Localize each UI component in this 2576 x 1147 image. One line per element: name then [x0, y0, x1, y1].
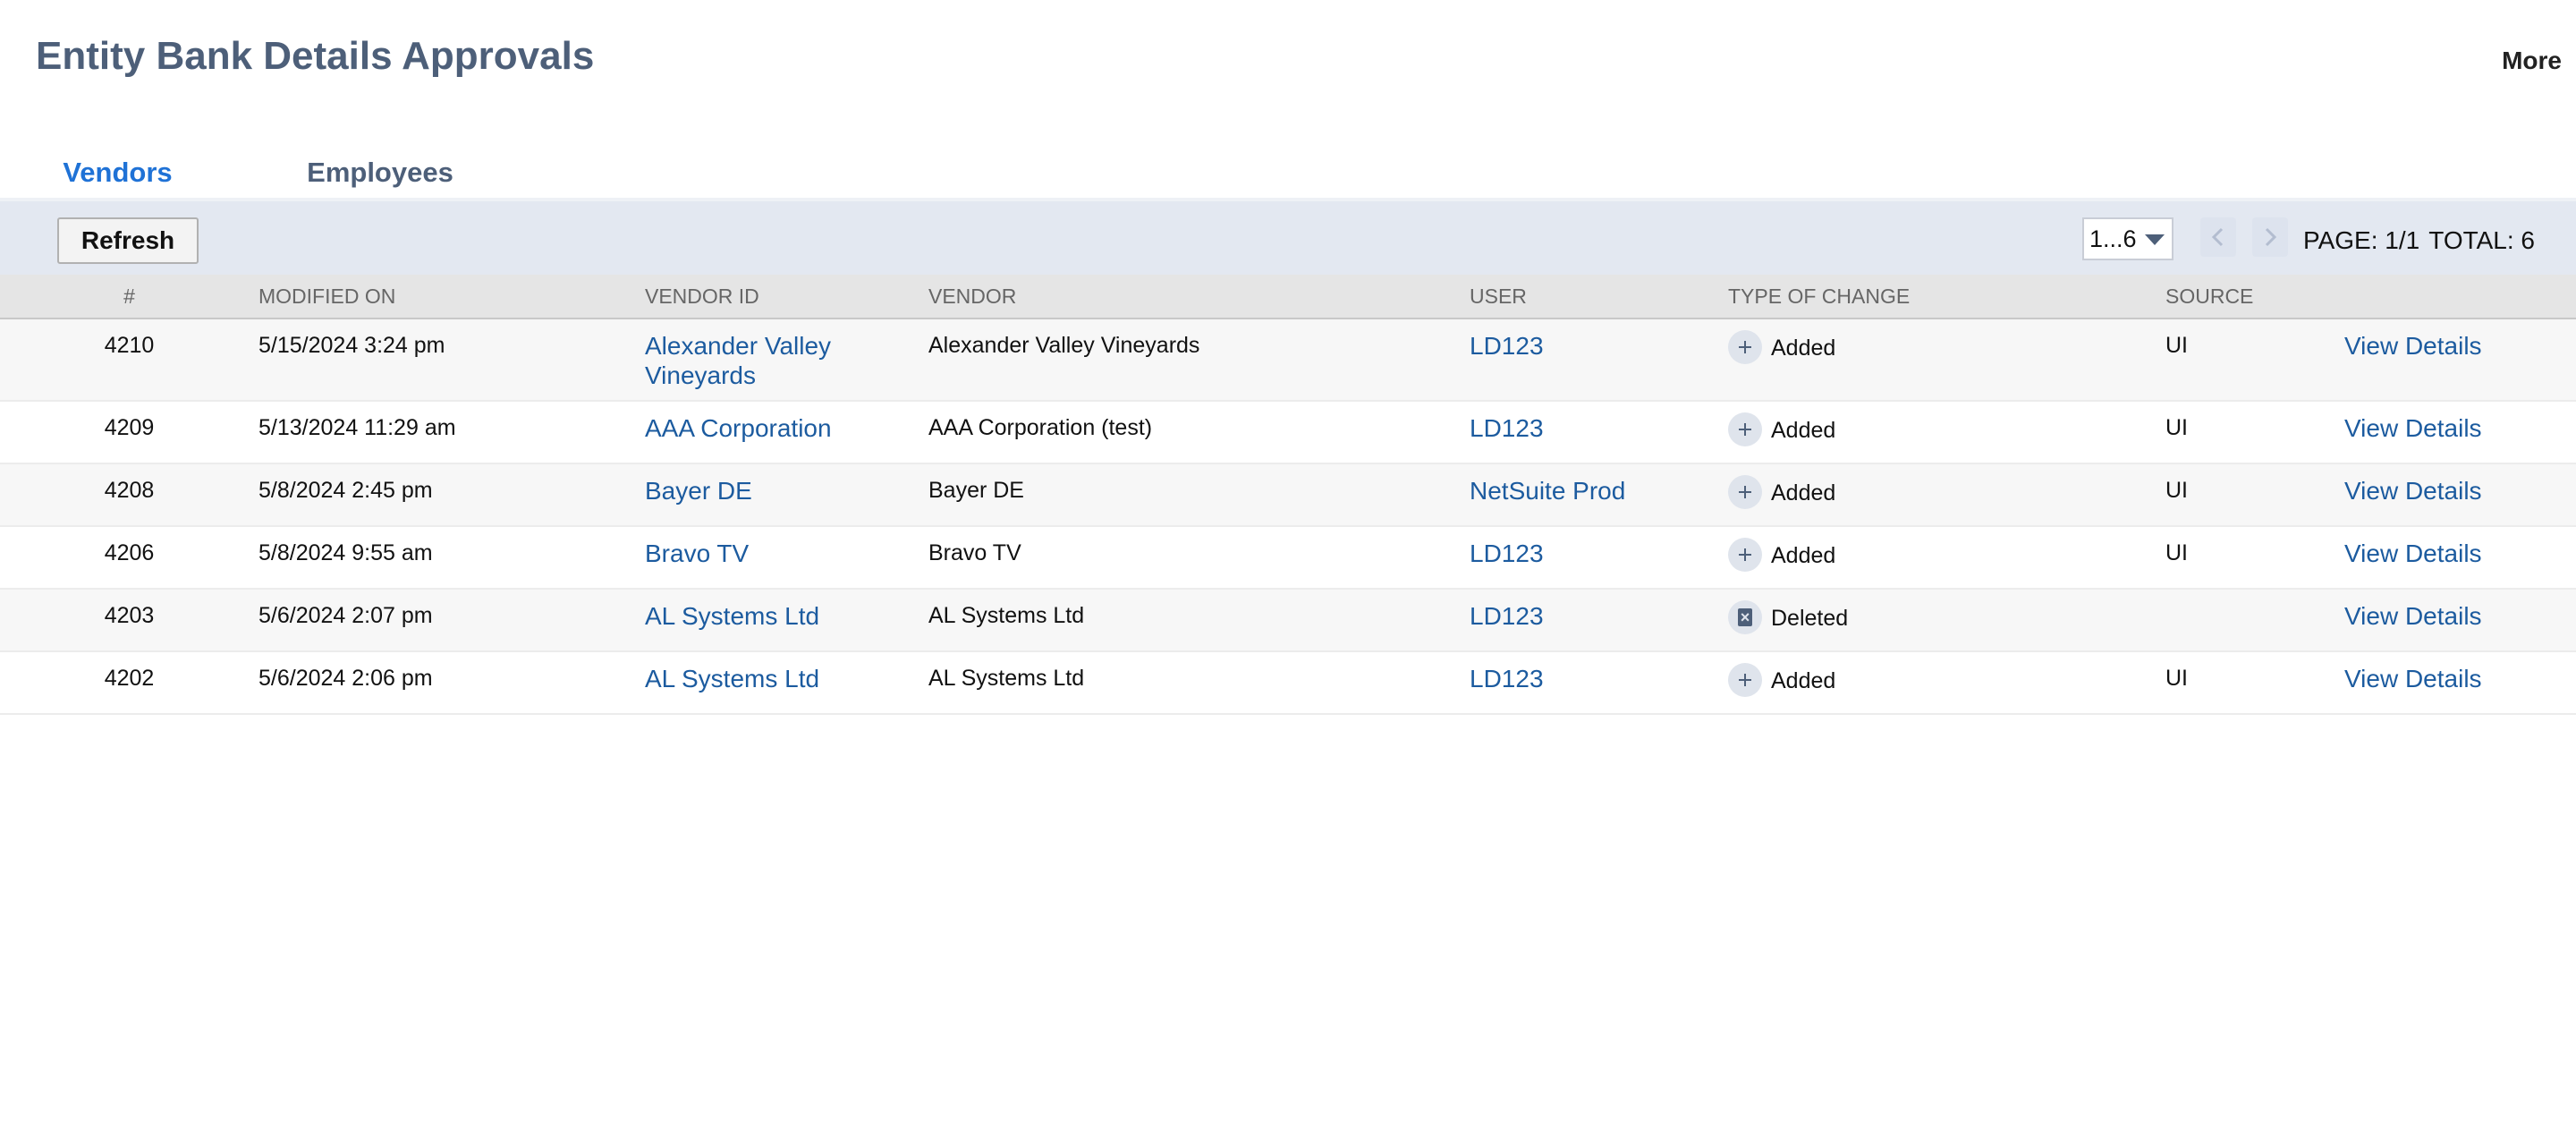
change-type-label: Added	[1771, 335, 1836, 361]
chevron-down-icon	[2145, 234, 2165, 245]
change-type: Added	[1728, 475, 1836, 509]
table-row: 4209 5/13/2024 11:29 am AAA Corporation …	[0, 401, 2576, 464]
page-range-value: 1...6	[2089, 225, 2137, 252]
modified-on: 5/6/2024 2:07 pm	[258, 589, 645, 652]
plus-icon	[1728, 663, 1762, 697]
column-header-modified-on[interactable]: MODIFIED ON	[258, 275, 645, 319]
page-indicator: PAGE: 1/1	[2303, 226, 2420, 254]
tab-employees[interactable]: Employees	[259, 154, 501, 200]
source: UI	[2165, 651, 2344, 715]
modified-on: 5/8/2024 2:45 pm	[258, 463, 645, 527]
row-number: 4208	[0, 463, 258, 527]
column-header-vendor-id[interactable]: VENDOR ID	[645, 275, 928, 319]
change-type-label: Deleted	[1771, 605, 1849, 631]
row-number: 4202	[0, 651, 258, 715]
source: UI	[2165, 463, 2344, 527]
row-number: 4203	[0, 589, 258, 652]
vendor-id-link[interactable]: Bravo TV	[645, 540, 749, 567]
modified-on: 5/6/2024 2:06 pm	[258, 651, 645, 715]
view-details-link[interactable]: View Details	[2344, 332, 2482, 360]
user-link[interactable]: LD123	[1470, 602, 1544, 630]
change-type: Added	[1728, 412, 1836, 446]
change-type: Deleted	[1728, 600, 1849, 634]
vendor-name: Bravo TV	[928, 526, 1470, 590]
view-details-link[interactable]: View Details	[2344, 414, 2482, 442]
plus-icon	[1728, 412, 1762, 446]
row-number: 4210	[0, 319, 258, 402]
change-type-label: Added	[1771, 480, 1836, 506]
table-row: 4202 5/6/2024 2:06 pm AL Systems Ltd AL …	[0, 651, 2576, 715]
approvals-table: # MODIFIED ON VENDOR ID VENDOR USER TYPE…	[0, 275, 2576, 715]
vendor-id-link[interactable]: AAA Corporation	[645, 414, 832, 442]
pagination-info: PAGE: 1/1 TOTAL: 6	[2303, 226, 2535, 255]
column-header-user[interactable]: USER	[1470, 275, 1728, 319]
change-type-label: Added	[1771, 542, 1836, 568]
source: UI	[2165, 401, 2344, 464]
page-range-select[interactable]: 1...6	[2082, 217, 2174, 260]
table-row: 4203 5/6/2024 2:07 pm AL Systems Ltd AL …	[0, 589, 2576, 652]
column-header-source[interactable]: SOURCE	[2165, 275, 2344, 319]
list-toolbar: Refresh 1...6 PAGE: 1/1 TOTAL: 6	[0, 198, 2576, 278]
table-row: 4206 5/8/2024 9:55 am Bravo TV Bravo TV …	[0, 526, 2576, 590]
row-number: 4209	[0, 401, 258, 464]
page-title: Entity Bank Details Approvals	[36, 34, 595, 78]
source: UI	[2165, 526, 2344, 590]
user-link[interactable]: LD123	[1470, 414, 1544, 442]
change-type-label: Added	[1771, 667, 1836, 693]
table-row: 4210 5/15/2024 3:24 pm Alexander Valley …	[0, 319, 2576, 402]
user-link[interactable]: NetSuite Prod	[1470, 477, 1625, 505]
modified-on: 5/13/2024 11:29 am	[258, 401, 645, 464]
change-type: Added	[1728, 330, 1836, 364]
vendor-name: Alexander Valley Vineyards	[928, 319, 1470, 402]
user-link[interactable]: LD123	[1470, 540, 1544, 567]
next-page-button[interactable]	[2252, 217, 2288, 257]
vendor-name: AL Systems Ltd	[928, 589, 1470, 652]
source: UI	[2165, 319, 2344, 402]
vendor-id-link[interactable]: Alexander Valley Vineyards	[645, 332, 831, 389]
modified-on: 5/15/2024 3:24 pm	[258, 319, 645, 402]
modified-on: 5/8/2024 9:55 am	[258, 526, 645, 590]
user-link[interactable]: LD123	[1470, 332, 1544, 360]
delete-icon	[1728, 600, 1762, 634]
view-details-link[interactable]: View Details	[2344, 602, 2482, 630]
source	[2165, 589, 2344, 652]
vendor-name: AAA Corporation (test)	[928, 401, 1470, 464]
column-header-actions	[2344, 275, 2576, 319]
previous-page-button[interactable]	[2200, 217, 2236, 257]
vendor-id-link[interactable]: AL Systems Ltd	[645, 665, 819, 692]
table-header-row: # MODIFIED ON VENDOR ID VENDOR USER TYPE…	[0, 275, 2576, 319]
view-details-link[interactable]: View Details	[2344, 477, 2482, 505]
total-count: TOTAL: 6	[2428, 226, 2535, 254]
tab-bar: Vendors Employees	[0, 154, 2576, 207]
user-link[interactable]: LD123	[1470, 665, 1544, 692]
plus-icon	[1728, 330, 1762, 364]
vendor-id-link[interactable]: AL Systems Ltd	[645, 602, 819, 630]
change-type: Added	[1728, 538, 1836, 572]
column-header-vendor[interactable]: VENDOR	[928, 275, 1470, 319]
vendor-name: Bayer DE	[928, 463, 1470, 527]
column-header-number[interactable]: #	[0, 275, 258, 319]
view-details-link[interactable]: View Details	[2344, 665, 2482, 692]
table-row: 4208 5/8/2024 2:45 pm Bayer DE Bayer DE …	[0, 463, 2576, 527]
column-header-type-of-change[interactable]: TYPE OF CHANGE	[1728, 275, 2165, 319]
change-type-label: Added	[1771, 417, 1836, 443]
chevron-right-icon	[2265, 227, 2277, 247]
plus-icon	[1728, 475, 1762, 509]
row-number: 4206	[0, 526, 258, 590]
view-details-link[interactable]: View Details	[2344, 540, 2482, 567]
plus-icon	[1728, 538, 1762, 572]
change-type: Added	[1728, 663, 1836, 697]
vendor-name: AL Systems Ltd	[928, 651, 1470, 715]
refresh-button[interactable]: Refresh	[57, 217, 199, 264]
chevron-left-icon	[2211, 227, 2224, 247]
more-menu[interactable]: More	[2502, 47, 2562, 75]
page-header: Entity Bank Details Approvals More Vendo…	[0, 0, 2576, 207]
vendor-id-link[interactable]: Bayer DE	[645, 477, 752, 505]
